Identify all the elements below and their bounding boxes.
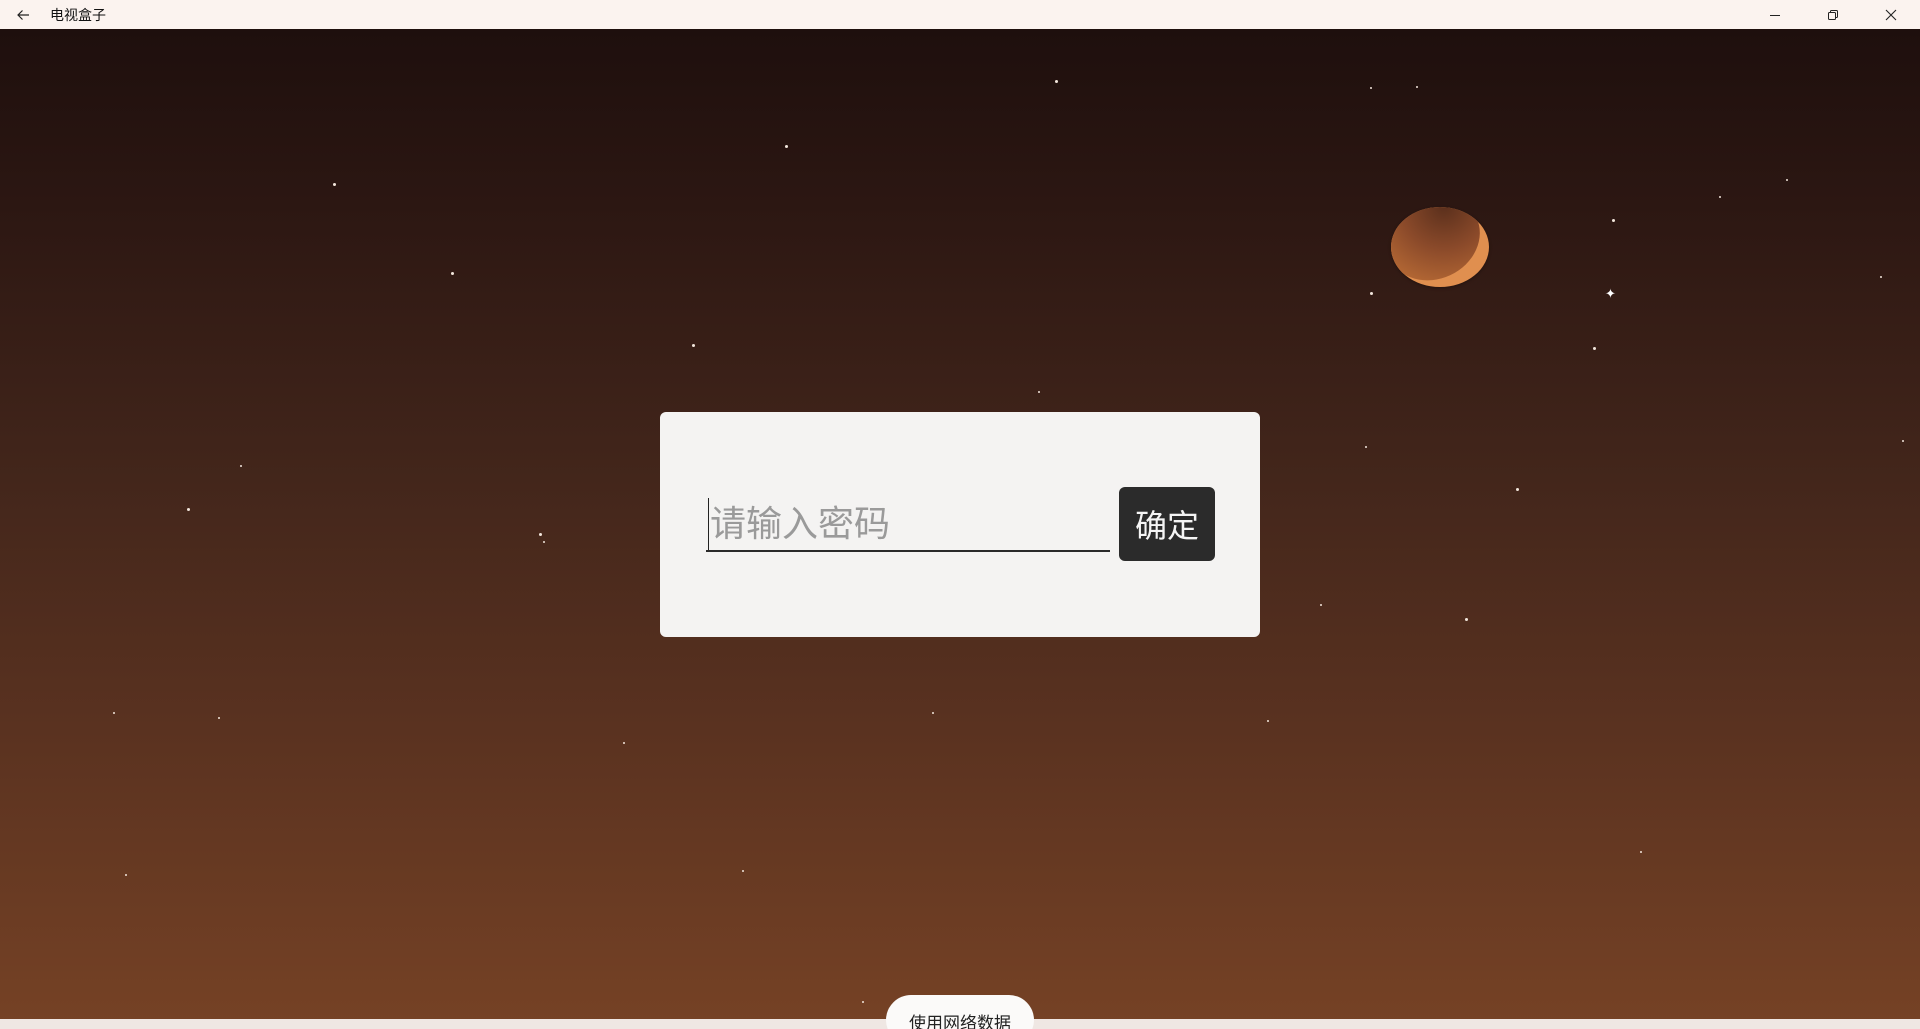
star: [1516, 488, 1519, 491]
star: [240, 465, 242, 467]
star: [1786, 179, 1788, 181]
caption-buttons: [1746, 0, 1920, 29]
star: [1038, 391, 1040, 393]
star: [1902, 440, 1904, 442]
star: [1880, 276, 1882, 278]
minimize-button[interactable]: [1746, 0, 1804, 29]
close-button[interactable]: [1862, 0, 1920, 29]
star: [932, 712, 934, 714]
use-network-data-button[interactable]: 使用网络数据: [886, 995, 1034, 1029]
star: [333, 183, 336, 186]
window-title: 电视盒子: [50, 7, 106, 24]
star: [1416, 86, 1418, 88]
close-icon: [1885, 9, 1897, 20]
star: [862, 1001, 864, 1003]
app-window: 电视盒子 ✦ 确定 使用网络数据: [0, 0, 1920, 1029]
star: [539, 533, 542, 536]
sparkle-icon: ✦: [1605, 287, 1616, 302]
star: [543, 541, 545, 543]
star: [623, 742, 625, 744]
planet-decoration: [1391, 207, 1489, 287]
star: [1465, 618, 1468, 621]
star: [742, 870, 744, 872]
star: [451, 272, 454, 275]
password-input[interactable]: [706, 498, 1110, 552]
title-bar: 电视盒子: [0, 0, 1920, 29]
star: [1640, 851, 1642, 853]
star: [113, 712, 115, 714]
star: [692, 344, 695, 347]
confirm-button[interactable]: 确定: [1119, 487, 1215, 561]
star: [1719, 196, 1721, 198]
use-network-data-label: 使用网络数据: [909, 1014, 1011, 1029]
planet-shadow: [1391, 207, 1489, 287]
star: [1365, 446, 1367, 448]
star: [1320, 604, 1322, 606]
star: [125, 874, 127, 876]
star: [1370, 292, 1373, 295]
text-caret: [708, 498, 709, 550]
restore-button[interactable]: [1804, 0, 1862, 29]
arrow-left-icon: [17, 9, 29, 20]
restore-icon: [1828, 9, 1838, 20]
minimize-icon: [1770, 14, 1780, 16]
star: [1055, 80, 1058, 83]
star: [218, 717, 220, 719]
star: [785, 145, 788, 148]
star: [1267, 720, 1269, 722]
star: [1593, 347, 1596, 350]
star: [187, 508, 190, 511]
star: [1612, 219, 1615, 222]
star: [1370, 87, 1372, 89]
password-dialog: 确定: [660, 412, 1260, 637]
back-button[interactable]: [0, 0, 46, 29]
